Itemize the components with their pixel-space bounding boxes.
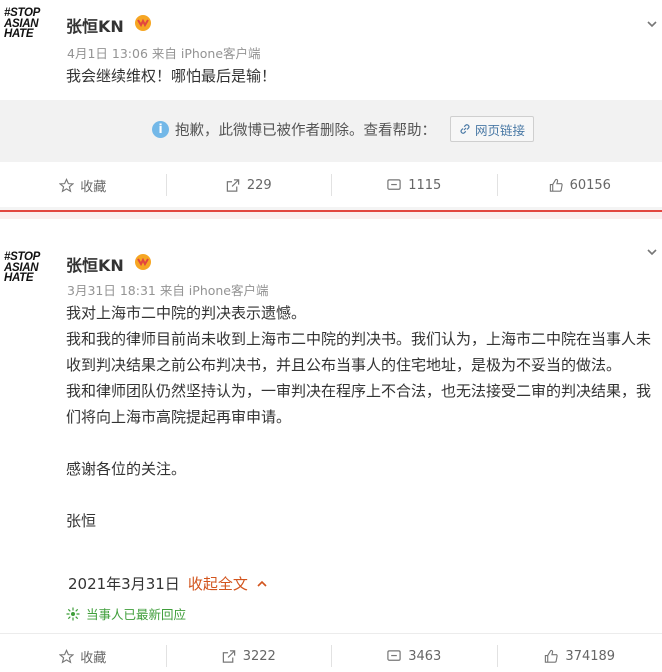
web-link-label: 网页链接 (475, 122, 526, 138)
favorite-label: 收藏 (80, 179, 107, 195)
star-icon (59, 177, 75, 192)
chevron-up-icon (257, 580, 267, 587)
avatar-line-1: #STOP (4, 251, 40, 263)
repost-count: 3222 (242, 648, 276, 664)
avatar[interactable]: #STOP ASIAN HATE (4, 6, 48, 54)
repost-icon (222, 649, 235, 663)
collapse-button[interactable]: 收起全文 (188, 573, 268, 594)
post-meta: 4月1日 13:06 来自 iPhone客户端 (67, 46, 261, 61)
deleted-notice: 抱歉，此微博已被作者删除。查看帮助： (175, 122, 436, 139)
author-name[interactable]: 张恒KN (66, 252, 124, 276)
post-meta: 3月31日 18:31 来自 iPhone客户端 (67, 283, 269, 298)
info-icon: i (152, 120, 169, 138)
actions-separator (0, 633, 662, 634)
vip-badge-icon (135, 15, 151, 31)
avatar[interactable]: #STOP ASIAN HATE (4, 250, 48, 298)
sparkle-icon (66, 607, 80, 620)
repost-count: 229 (246, 177, 272, 193)
star-icon (59, 648, 75, 663)
thumbs-up-icon (549, 178, 563, 192)
chevron-down-icon[interactable] (646, 246, 658, 258)
paragraph: 我对上海市二中院的判决表示遗憾。 (66, 304, 307, 322)
thumbs-up-icon (545, 649, 559, 663)
comment-icon (387, 649, 401, 661)
comment-count: 1115 (408, 177, 442, 193)
latest-response-tip[interactable]: 当事人已最新回应 (66, 604, 186, 623)
avatar-line-3: HATE (4, 272, 34, 284)
section-divider (0, 207, 662, 219)
paragraph (66, 482, 656, 508)
collapse-label: 收起全文 (187, 575, 248, 593)
like-button[interactable]: 60156 (496, 170, 662, 200)
paragraph (66, 430, 656, 456)
favorite-button[interactable]: 收藏 (0, 641, 166, 671)
date-and-collapse: 2021年3月31日 收起全文 (68, 573, 268, 594)
web-link-button[interactable]: 网页链接 (450, 116, 535, 142)
tip-label: 当事人已最新回应 (86, 607, 187, 622)
like-button[interactable]: 374189 (496, 641, 662, 671)
repost-button[interactable]: 3222 (165, 641, 332, 671)
comment-count: 3463 (408, 648, 442, 664)
paragraph: 感谢各位的关注。 (66, 460, 187, 478)
paragraph: 我和我的律师目前尚未收到上海市二中院的判决书。我们认为，上海市二中院在当事人未收… (66, 330, 652, 374)
like-count: 374189 (565, 648, 616, 664)
paragraph: 张恒 (66, 512, 97, 530)
favorite-button[interactable]: 收藏 (0, 170, 166, 200)
author-name[interactable]: 张恒KN (66, 13, 124, 37)
comment-icon (387, 178, 401, 190)
post-actions: 收藏 229 1115 60156 (0, 170, 662, 200)
avatar-line-3: HATE (4, 28, 34, 40)
favorite-label: 收藏 (80, 650, 107, 666)
repost-button[interactable]: 229 (165, 170, 332, 200)
post-actions: 收藏 3222 3463 374189 (0, 641, 662, 671)
post-content: 我对上海市二中院的判决表示遗憾。 我和我的律师目前尚未收到上海市二中院的判决书。… (66, 300, 656, 534)
repost-icon (226, 178, 240, 192)
post-content: 我会继续维权！哪怕最后是输！ (66, 67, 277, 85)
avatar-line-1: #STOP (4, 7, 40, 19)
paragraph: 我和律师团队仍然坚持认为，一审判决在程序上不合法，也无法接受二审的判决结果，我们… (66, 382, 652, 426)
chevron-down-icon[interactable] (646, 18, 658, 30)
post-date: 2021年3月31日 (68, 575, 180, 593)
like-count: 60156 (569, 177, 611, 193)
comment-button[interactable]: 3463 (331, 641, 497, 671)
link-icon (460, 124, 470, 134)
deleted-repost-box: i 抱歉，此微博已被作者删除。查看帮助： 网页链接 (0, 100, 662, 162)
vip-badge-icon (135, 254, 151, 270)
comment-button[interactable]: 1115 (331, 170, 497, 200)
